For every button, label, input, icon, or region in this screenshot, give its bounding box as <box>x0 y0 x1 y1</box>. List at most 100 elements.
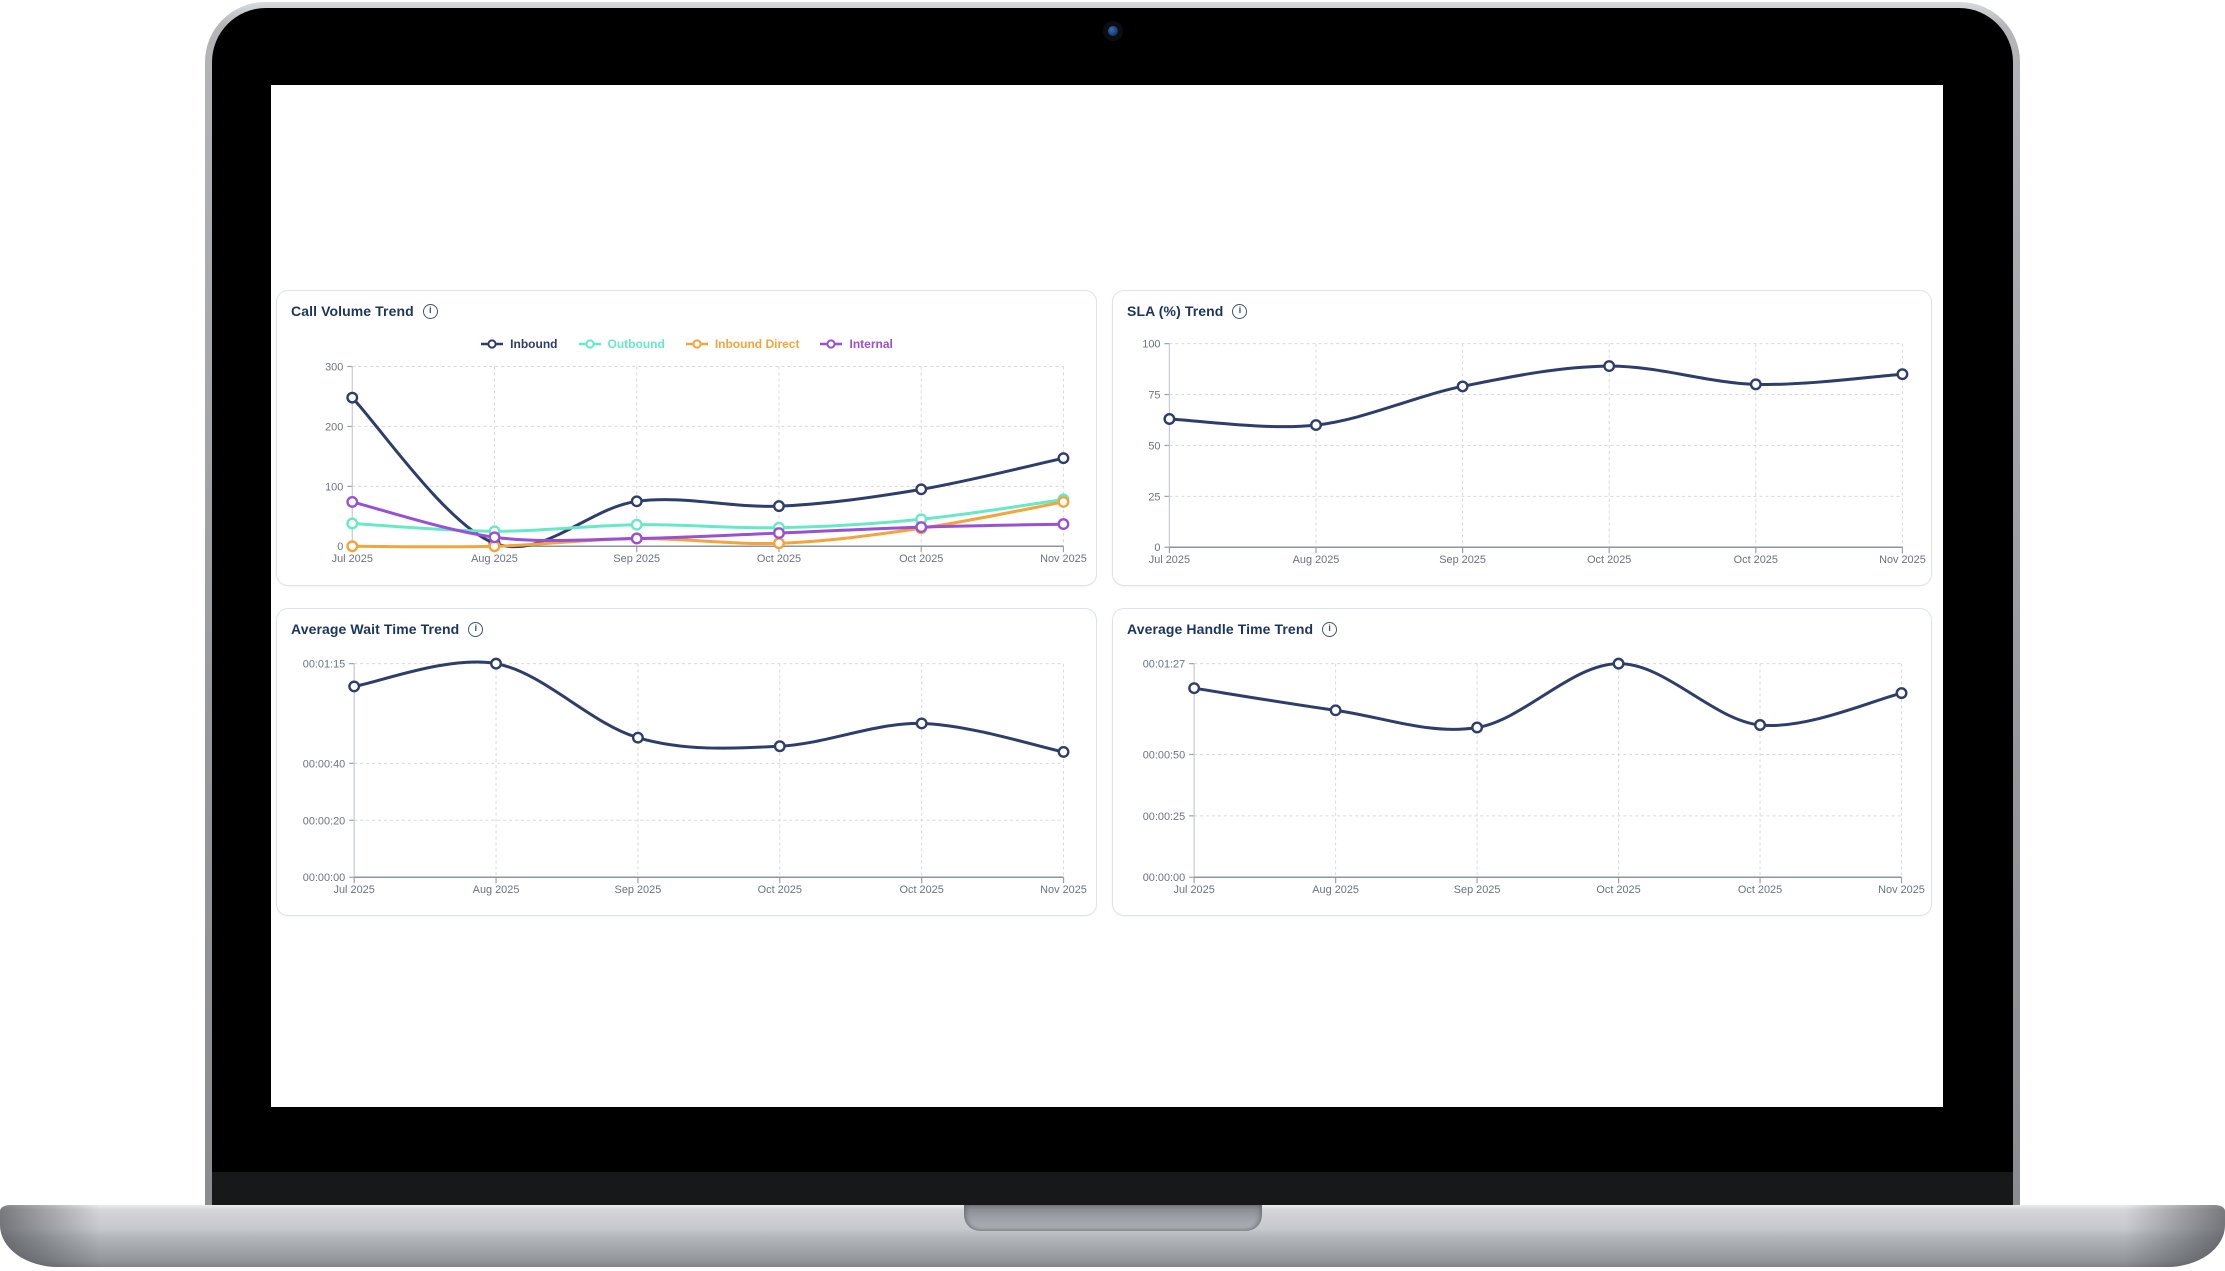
data-point-marker[interactable] <box>348 497 358 507</box>
legend-item-internal[interactable]: Internal <box>819 337 892 351</box>
data-point-marker[interactable] <box>348 519 358 529</box>
legend-label: Internal <box>849 337 892 351</box>
y-axis-label: 25 <box>1148 491 1160 503</box>
average-wait-time-trend-chart[interactable]: 00:00:0000:00:2000:00:4000:01:15Jul 2025… <box>277 609 1096 915</box>
sla-trend-chart[interactable]: 0255075100Jul 2025Aug 2025Sep 2025Oct 20… <box>1113 291 1931 585</box>
data-point-marker[interactable] <box>1165 414 1175 424</box>
y-axis-label: 00:00:25 <box>1143 811 1185 823</box>
x-axis-label: Aug 2025 <box>1312 884 1359 896</box>
x-axis-label: Nov 2025 <box>1040 884 1087 896</box>
data-point-marker[interactable] <box>917 719 927 729</box>
info-icon[interactable]: i <box>468 622 483 637</box>
data-point-marker[interactable] <box>349 682 359 692</box>
data-point-marker[interactable] <box>1604 361 1614 371</box>
y-axis-label: 00:00:50 <box>1143 749 1185 761</box>
data-point-marker[interactable] <box>632 534 642 544</box>
card-header: Average Wait Time Trend i <box>291 621 483 637</box>
webcam-icon <box>1103 21 1123 41</box>
y-axis-label: 00:01:27 <box>1143 659 1185 671</box>
data-point-marker[interactable] <box>1897 688 1907 698</box>
legend-item-inbound-direct[interactable]: Inbound Direct <box>685 337 800 351</box>
series-line <box>352 398 1063 547</box>
legend-line-marker-icon <box>480 339 504 349</box>
data-point-marker[interactable] <box>774 528 784 538</box>
y-axis-label: 00:00:00 <box>303 872 345 884</box>
x-axis-label: Nov 2025 <box>1879 554 1926 566</box>
series-line <box>352 502 1063 547</box>
data-point-marker[interactable] <box>348 393 358 403</box>
call-volume-trend-chart[interactable]: 0100200300Jul 2025Aug 2025Sep 2025Oct 20… <box>277 291 1096 585</box>
x-axis-label: Oct 2025 <box>1596 884 1640 896</box>
data-point-marker[interactable] <box>633 733 643 743</box>
data-point-marker[interactable] <box>1059 519 1069 529</box>
card-average-wait-time-trend: Average Wait Time Trend i 00:00:0000:00:… <box>276 608 1097 916</box>
data-point-marker[interactable] <box>916 485 926 495</box>
x-axis-label: Oct 2025 <box>900 884 944 896</box>
legend-line-marker-icon <box>685 339 709 349</box>
card-call-volume-trend: Call Volume Trend i Inbound Outbound Inb… <box>276 290 1097 586</box>
data-point-marker[interactable] <box>775 741 785 751</box>
y-axis-label: 300 <box>325 361 343 373</box>
data-point-marker[interactable] <box>1059 453 1069 463</box>
data-point-marker[interactable] <box>1755 720 1765 730</box>
legend-label: Outbound <box>608 337 665 351</box>
webcam-lens <box>1108 26 1118 36</box>
x-axis-label: Nov 2025 <box>1878 884 1925 896</box>
data-point-marker[interactable] <box>632 520 642 530</box>
average-handle-time-trend-chart[interactable]: 00:00:00 00:00:25 00:00:50 00:01:27 Jul 2025… <box>1113 609 1931 915</box>
card-header: Average Handle Time Trend i <box>1127 621 1337 637</box>
data-point-marker[interactable] <box>916 522 926 532</box>
data-point-marker[interactable] <box>1059 747 1069 757</box>
data-point-marker[interactable] <box>774 538 784 548</box>
data-point-marker[interactable] <box>491 659 501 669</box>
x-axis-label: Oct 2025 <box>1734 554 1778 566</box>
x-axis-label: Sep 2025 <box>1454 884 1501 896</box>
data-point-marker[interactable] <box>1614 659 1624 669</box>
laptop-hinge-notch <box>964 1205 1262 1231</box>
card-sla-trend: SLA (%) Trend i 0255075100Jul 2025Aug 20… <box>1112 290 1932 586</box>
x-axis-label: Jul 2025 <box>332 553 373 565</box>
card-title: Call Volume Trend <box>291 303 414 319</box>
x-axis-label: Oct 2025 <box>757 553 801 565</box>
y-axis-label: 100 <box>325 481 343 493</box>
info-icon[interactable]: i <box>423 304 438 319</box>
data-point-marker[interactable] <box>348 541 358 551</box>
data-point-marker[interactable] <box>1311 420 1321 430</box>
x-axis-label: Aug 2025 <box>473 884 520 896</box>
data-point-marker[interactable] <box>632 497 642 507</box>
data-point-marker[interactable] <box>490 533 500 543</box>
x-axis-label: Jul 2025 <box>1149 554 1190 566</box>
info-icon[interactable]: i <box>1232 304 1247 319</box>
x-axis-label: Sep 2025 <box>613 553 660 565</box>
card-average-handle-time-trend: Average Handle Time Trend i 00:00:0000:0… <box>1112 608 1932 916</box>
data-point-marker[interactable] <box>1751 380 1761 390</box>
legend-label: Inbound <box>510 337 557 351</box>
card-header: Call Volume Trend i <box>291 303 438 319</box>
series-line <box>1194 664 1901 730</box>
x-axis-label: Jul 2025 <box>334 884 375 896</box>
page-canvas: Call Volume Trend i Inbound Outbound Inb… <box>0 0 2225 1271</box>
x-axis-label: Jul 2025 <box>1174 884 1215 896</box>
y-axis-label: 00:01:15 <box>303 659 345 671</box>
y-axis-label: 200 <box>325 421 343 433</box>
data-point-marker[interactable] <box>1458 382 1468 392</box>
laptop-lid-bottom-edge <box>212 1172 2013 1205</box>
x-axis-label: Nov 2025 <box>1040 553 1087 565</box>
y-axis-label: 0 <box>1154 542 1160 554</box>
data-point-marker[interactable] <box>1059 497 1069 507</box>
legend-item-inbound[interactable]: Inbound <box>480 337 557 351</box>
chart-legend: Inbound Outbound Inbound Direct Internal <box>277 337 1096 351</box>
data-point-marker[interactable] <box>1189 683 1199 693</box>
legend-line-marker-icon <box>578 339 602 349</box>
x-axis-label: Oct 2025 <box>1738 884 1782 896</box>
legend-item-outbound[interactable]: Outbound <box>578 337 665 351</box>
data-point-marker[interactable] <box>1472 723 1482 733</box>
data-point-marker[interactable] <box>1331 706 1341 716</box>
card-title: Average Handle Time Trend <box>1127 621 1313 637</box>
y-axis-label: 00:00:00 <box>1143 872 1185 884</box>
data-point-marker[interactable] <box>1898 369 1908 379</box>
x-axis-label: Oct 2025 <box>1587 554 1631 566</box>
card-title: SLA (%) Trend <box>1127 303 1223 319</box>
data-point-marker[interactable] <box>774 501 784 511</box>
info-icon[interactable]: i <box>1322 622 1337 637</box>
